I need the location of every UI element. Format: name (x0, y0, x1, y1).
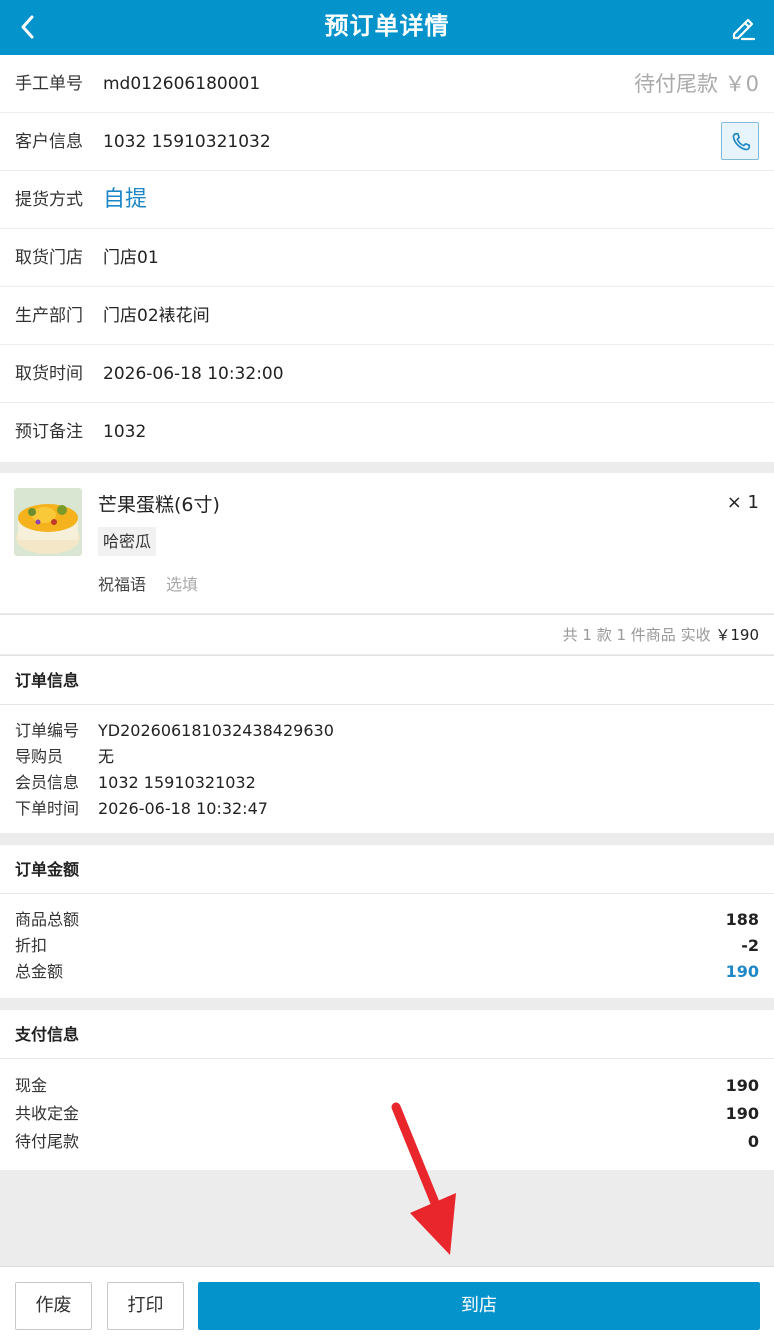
booking-info-list: 手工单号 md012606180001 待付尾款 ￥0 客户信息 1032 15… (0, 55, 774, 462)
cash-label: 现金 (15, 1076, 48, 1095)
balance-due-value: 0 (747, 1132, 759, 1151)
pickup-method-row: 提货方式 自提 (0, 171, 774, 229)
pickup-store-label: 取货门店 (15, 248, 83, 268)
booking-note-value: 1032 (103, 422, 147, 442)
bottom-action-bar: 作废 打印 到店 (0, 1266, 774, 1344)
top-app-bar: 预订单详情 (0, 0, 774, 55)
pencil-edit-icon[interactable] (728, 12, 758, 42)
call-phone-button[interactable] (721, 122, 759, 160)
product-flavor-tag: 哈密瓜 (98, 527, 157, 556)
order-amount-title: 订单金额 (0, 845, 774, 894)
deposit-row: 共收定金 190 (0, 1100, 774, 1128)
product-image (14, 488, 82, 556)
blessing-input[interactable]: 选填 (166, 571, 198, 595)
cash-row: 现金 190 (0, 1072, 774, 1100)
production-dept-value: 门店02裱花间 (103, 306, 210, 326)
summary-text: 共 1 款 1 件商品 实收 (562, 626, 711, 644)
arrive-store-button[interactable]: 到店 (198, 1282, 760, 1330)
print-button[interactable]: 打印 (107, 1282, 184, 1330)
manual-no-label: 手工单号 (15, 74, 83, 94)
customer-value: 1032 15910321032 (103, 132, 271, 152)
summary-amount: ￥190 (715, 626, 759, 644)
order-time-label: 下单时间 (15, 799, 80, 818)
payment-info-title: 支付信息 (0, 1010, 774, 1059)
payment-info-card: 支付信息 现金 190 共收定金 190 待付尾款 0 (0, 1010, 774, 1170)
pickup-method-label: 提货方式 (15, 190, 83, 210)
goods-total-value: 188 (725, 910, 759, 929)
product-item: 芒果蛋糕(6寸) × 1 哈密瓜 祝福语 选填 (0, 473, 774, 613)
goods-total-row: 商品总额 188 (0, 907, 774, 933)
deposit-label: 共收定金 (15, 1104, 80, 1123)
production-dept-label: 生产部门 (15, 306, 83, 326)
discount-value: -2 (741, 936, 759, 955)
pickup-time-value: 2026-06-18 10:32:00 (103, 364, 284, 384)
manual-no-value: md012606180001 (103, 74, 261, 94)
manual-no-row: 手工单号 md012606180001 待付尾款 ￥0 (0, 55, 774, 113)
discount-label: 折扣 (15, 936, 48, 955)
order-no-row: 订单编号 YD202606181032438429630 (0, 718, 774, 744)
product-quantity: × 1 (726, 492, 759, 513)
member-value: 1032 15910321032 (98, 773, 256, 792)
grand-total-row: 总金额 190 (0, 959, 774, 985)
grand-total-value: 190 (725, 962, 759, 981)
order-amount-card: 订单金额 商品总额 188 折扣 -2 总金额 190 (0, 845, 774, 998)
grand-total-label: 总金额 (15, 962, 64, 981)
goods-total-label: 商品总额 (15, 910, 80, 929)
balance-due-label: 待付尾款 (15, 1132, 80, 1151)
salesperson-label: 导购员 (15, 747, 64, 766)
void-button[interactable]: 作废 (15, 1282, 92, 1330)
pending-balance-text: 待付尾款 ￥0 (633, 72, 759, 96)
blessing-label: 祝福语 (98, 575, 147, 594)
salesperson-value: 无 (98, 747, 115, 766)
salesperson-row: 导购员 无 (0, 744, 774, 770)
pickup-store-row: 取货门店 门店01 (0, 229, 774, 287)
deposit-value: 190 (725, 1104, 759, 1123)
order-time-value: 2026-06-18 10:32:47 (98, 799, 268, 818)
production-dept-row: 生产部门 门店02裱花间 (0, 287, 774, 345)
order-no-value: YD202606181032438429630 (98, 721, 334, 740)
page-title: 预订单详情 (324, 12, 450, 40)
customer-row: 客户信息 1032 15910321032 (0, 113, 774, 171)
order-time-row: 下单时间 2026-06-18 10:32:47 (0, 796, 774, 822)
pickup-time-row: 取货时间 2026-06-18 10:32:00 (0, 345, 774, 403)
pickup-time-label: 取货时间 (15, 364, 83, 384)
phone-icon (732, 132, 751, 151)
order-info-title: 订单信息 (0, 656, 774, 705)
customer-label: 客户信息 (15, 132, 83, 152)
order-info-card: 订单信息 订单编号 YD202606181032438429630 导购员 无 会员… (0, 655, 774, 833)
product-name: 芒果蛋糕(6寸) (98, 494, 220, 516)
order-no-label: 订单编号 (15, 721, 80, 740)
discount-row: 折扣 -2 (0, 933, 774, 959)
order-summary-line: 共 1 款 1 件商品 实收 ￥190 (0, 614, 774, 654)
pickup-store-value: 门店01 (103, 248, 159, 268)
balance-due-row: 待付尾款 0 (0, 1128, 774, 1156)
booking-note-row: 预订备注 1032 (0, 403, 774, 461)
booking-note-label: 预订备注 (15, 422, 83, 442)
member-label: 会员信息 (15, 773, 80, 792)
cash-value: 190 (725, 1076, 759, 1095)
member-row: 会员信息 1032 15910321032 (0, 770, 774, 796)
pickup-method-value: 自提 (103, 187, 148, 212)
